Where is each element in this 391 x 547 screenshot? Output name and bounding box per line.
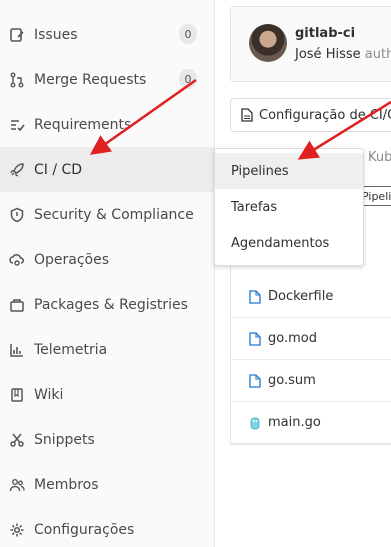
package-icon [8,296,26,314]
submenu-item-agendamentos[interactable]: Agendamentos [215,225,363,261]
users-icon [8,476,26,494]
sidebar-item-issues[interactable]: Issues 0 [0,12,215,57]
sidebar-item-label: Issues [34,26,78,43]
sidebar-item-label: Telemetria [34,341,108,358]
sidebar-item-wiki[interactable]: Wiki [0,372,215,417]
sidebar-item-label: Snippets [34,431,95,448]
file-icon [249,289,261,304]
ci-config-button[interactable]: Configuração de CI/CD [230,98,391,132]
sidebar-item-packages[interactable]: Packages & Registries [0,282,215,327]
sidebar-item-ci-cd[interactable]: CI / CD [0,147,215,192]
settings-icon [8,521,26,539]
submenu-item-label: Tarefas [231,199,278,215]
submenu-item-tarefas[interactable]: Tarefas [215,189,363,225]
sidebar-item-snippets[interactable]: Snippets [0,417,215,462]
sidebar-item-label: Membros [34,476,99,493]
file-icon [249,331,261,346]
rocket-icon [8,161,26,179]
scissors-icon [8,431,26,449]
sidebar-item-label: Merge Requests [34,71,147,88]
avatar[interactable] [249,24,287,62]
file-row-go-sum[interactable]: go.sum [231,360,391,402]
file-row-go-mod[interactable]: go.mod [231,318,391,360]
sidebar-item-label: Wiki [34,386,64,403]
sidebar: Issues 0 Merge Requests 0 Requirements C… [0,0,215,547]
file-row-dockerfile[interactable]: Dockerfile [231,276,391,318]
kubernetes-button-label[interactable]: Kub [368,150,391,165]
sidebar-item-label: Security & Compliance [34,206,194,223]
sidebar-item-label: CI / CD [34,161,83,178]
submenu-item-label: Pipelines [231,163,289,179]
count-badge: 0 [179,24,197,44]
book-icon [8,386,26,404]
sidebar-item-operacoes[interactable]: Operações [0,237,215,282]
issues-icon [8,26,26,44]
requirements-icon [8,116,26,134]
commit-title-link[interactable]: gitlab-ci [295,26,355,41]
chart-icon [8,341,26,359]
file-list: Dockerfile go.mod go.sum main.go [230,255,391,445]
file-name[interactable]: go.sum [268,373,316,388]
file-name[interactable]: Dockerfile [268,289,333,304]
merge-request-icon [8,71,26,89]
ci-config-label: Configuração de CI/CD [259,107,391,123]
sidebar-item-label: Requirements [34,116,132,133]
ci-cd-submenu: Pipelines Tarefas Agendamentos [214,148,364,266]
author-suffix: auth [364,47,391,62]
file-name[interactable]: go.mod [268,331,317,346]
author-name[interactable]: José Hisse [295,47,361,62]
sidebar-item-security[interactable]: Security & Compliance [0,192,215,237]
sidebar-item-label: Operações [34,251,110,268]
file-icon [249,373,261,388]
file-row-main-go[interactable]: main.go [231,402,391,444]
submenu-item-label: Agendamentos [231,235,330,251]
shield-icon [8,206,26,224]
main-content: gitlab-ci José Hisse auth Configuração d… [216,0,391,547]
go-file-icon [250,417,260,429]
count-badge: 0 [179,69,197,89]
sidebar-item-requirements[interactable]: Requirements [0,102,215,147]
commit-author: José Hisse auth [295,47,391,62]
sidebar-item-label: Configurações [34,521,135,538]
sidebar-item-configuracoes[interactable]: Configurações [0,507,215,547]
cloud-gear-icon [8,251,26,269]
submenu-item-pipelines[interactable]: Pipelines [215,153,363,189]
sidebar-item-merge-requests[interactable]: Merge Requests 0 [0,57,215,102]
file-icon [241,108,253,122]
file-name[interactable]: main.go [268,415,321,430]
sidebar-item-label: Packages & Registries [34,296,188,313]
sidebar-item-membros[interactable]: Membros [0,462,215,507]
sidebar-item-telemetria[interactable]: Telemetria [0,327,215,372]
last-commit-panel: gitlab-ci José Hisse auth [230,6,391,82]
